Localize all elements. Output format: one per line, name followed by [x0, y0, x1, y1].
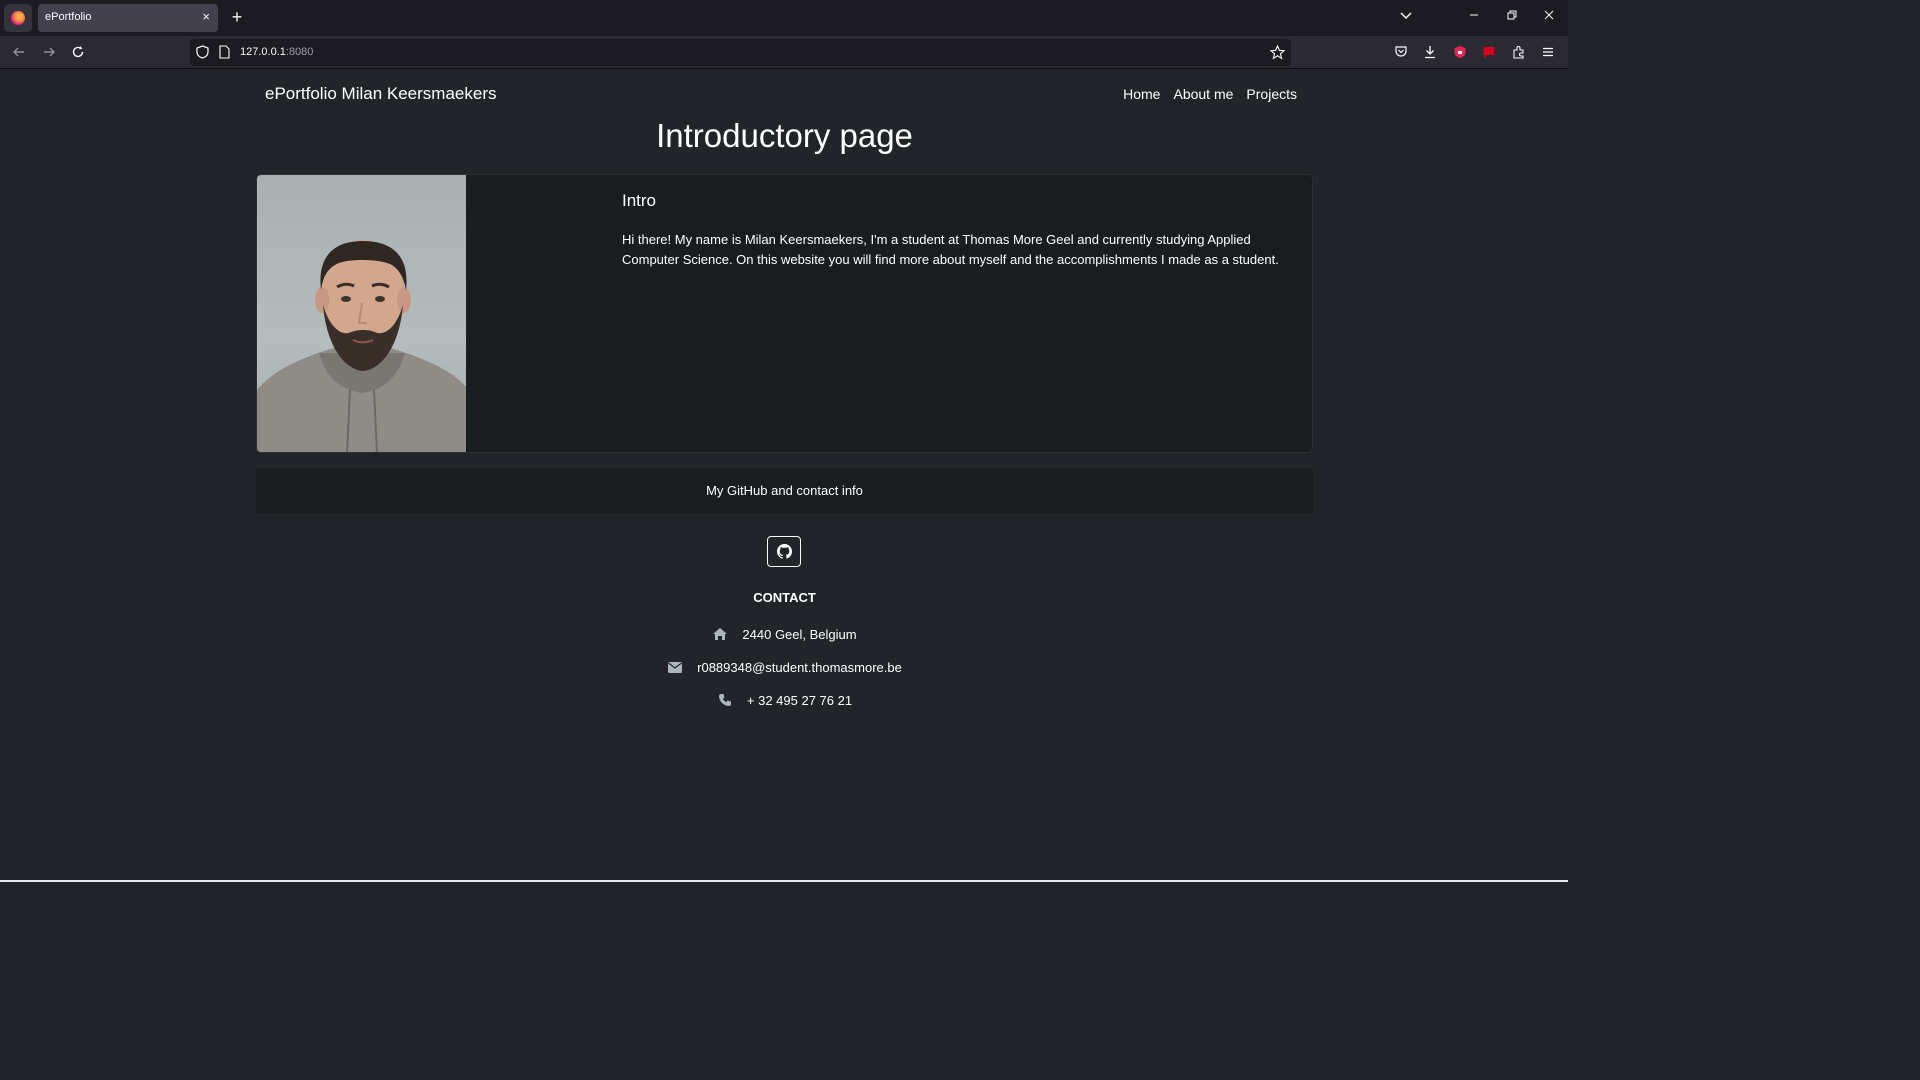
profile-photo [257, 175, 466, 452]
nav-link-projects[interactable]: Projects [1246, 86, 1297, 102]
url-text: 127.0.0.1:8080 [240, 46, 313, 58]
bookmark-star-icon[interactable] [1269, 44, 1285, 60]
page-info-icon[interactable] [216, 44, 232, 60]
forward-icon[interactable] [40, 43, 58, 61]
contact-email: r0889348@student.thomasmore.be [256, 659, 1313, 675]
url-bar[interactable]: 127.0.0.1:8080 [190, 39, 1291, 66]
phone-text: + 32 495 27 76 21 [746, 692, 853, 708]
url-host: 127.0.0.1 [240, 46, 286, 58]
browser-nav-bar: 127.0.0.1:8080 [0, 36, 1568, 69]
download-icon[interactable] [1421, 43, 1439, 61]
back-icon[interactable] [10, 43, 28, 61]
card-text: Hi there! My name is Milan Keersmaekers,… [622, 232, 1279, 267]
intro-card: Intro Hi there! My name is Milan Keersma… [256, 174, 1313, 453]
site-brand[interactable]: ePortfolio Milan Keersmaekers [265, 84, 496, 104]
pocket-icon[interactable] [1392, 43, 1410, 61]
github-button[interactable] [767, 536, 801, 567]
extension-red-icon[interactable] [1451, 43, 1469, 61]
browser-tab[interactable]: ePortfolio × [38, 4, 218, 32]
site-nav: Home About me Projects [1123, 86, 1297, 102]
close-icon[interactable] [1540, 8, 1558, 26]
contact-title: CONTACT [753, 590, 816, 605]
restore-icon[interactable] [1503, 8, 1521, 26]
reload-icon[interactable] [69, 43, 87, 61]
home-icon [712, 626, 728, 642]
phone-icon [717, 692, 733, 708]
nav-link-about-me[interactable]: About me [1173, 86, 1233, 102]
list-all-tabs-icon[interactable] [1397, 8, 1415, 26]
tracking-protection-shield-icon[interactable] [194, 44, 210, 60]
minimize-icon[interactable] [1465, 8, 1483, 26]
tab-title: ePortfolio [45, 11, 92, 23]
firefox-logo-icon [11, 11, 25, 25]
url-port: :8080 [285, 46, 314, 58]
page-viewport: ePortfolio Milan Keersmaekers Home About… [0, 70, 1568, 882]
footer-heading: My GitHub and contact info [256, 468, 1313, 513]
firefox-menu-button[interactable] [4, 4, 32, 32]
app-menu-icon[interactable] [1539, 43, 1557, 61]
email-text: r0889348@student.thomasmore.be [697, 659, 902, 675]
page-title: Introductory page [656, 117, 913, 154]
nav-link-home[interactable]: Home [1123, 86, 1160, 102]
extensions-icon[interactable] [1510, 43, 1528, 61]
extension-flag-icon[interactable] [1480, 43, 1498, 61]
browser-tab-bar: ePortfolio × + [0, 0, 1568, 36]
tab-close-icon[interactable]: × [202, 10, 210, 24]
envelope-icon [667, 659, 683, 675]
contact-phone: + 32 495 27 76 21 [256, 692, 1313, 708]
address-text: 2440 Geel, Belgium [742, 626, 857, 642]
new-tab-button[interactable]: + [229, 6, 245, 28]
contact-address: 2440 Geel, Belgium [256, 626, 1313, 642]
window-bottom-edge [0, 880, 1568, 882]
github-icon [776, 544, 792, 559]
card-title: Intro [622, 191, 657, 210]
